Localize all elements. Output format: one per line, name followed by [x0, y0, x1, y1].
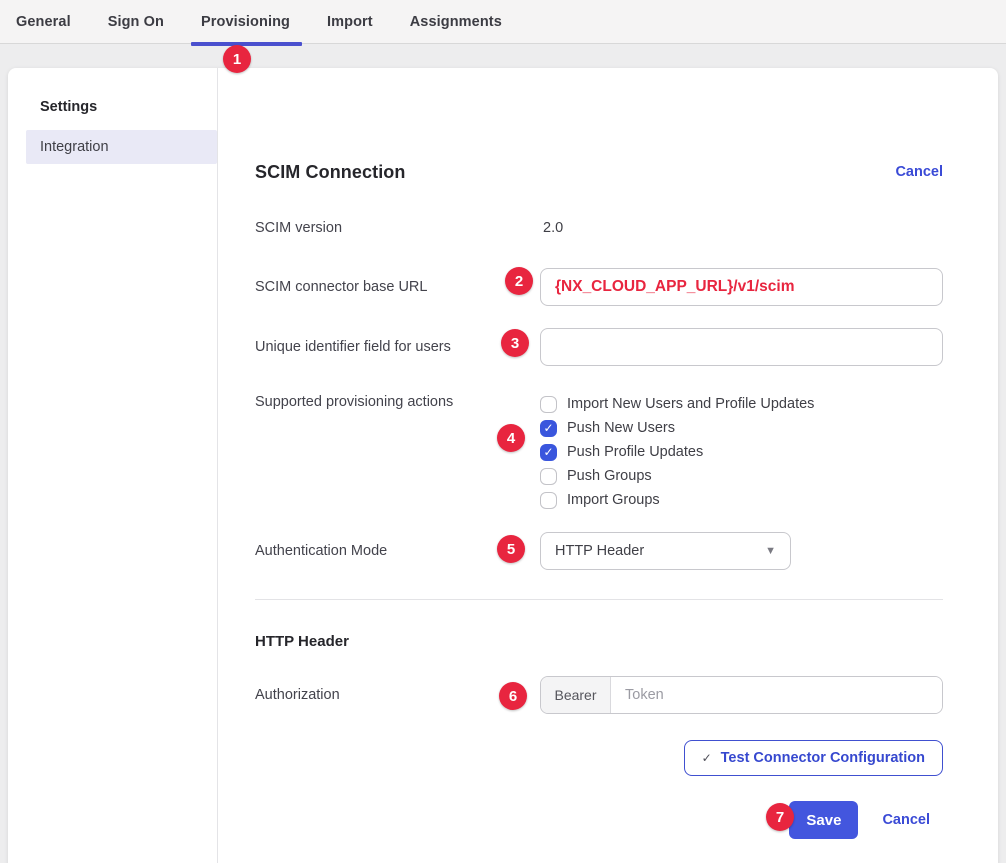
- scim-connection-panel: SCIM Connection Cancel SCIM version 2.0 …: [218, 68, 998, 863]
- checkbox-push-new-users[interactable]: Push New Users: [540, 416, 943, 440]
- app-tabbar: General Sign On Provisioning Import Assi…: [0, 0, 1006, 44]
- check-icon: ✓: [702, 751, 712, 765]
- checkbox-icon[interactable]: [540, 420, 557, 437]
- provisioning-actions-label: Supported provisioning actions: [255, 392, 540, 512]
- annotation-badge-3: 3: [501, 329, 529, 357]
- unique-id-row: Unique identifier field for users: [255, 328, 943, 366]
- auth-mode-select[interactable]: HTTP Header ▼: [540, 532, 791, 570]
- auth-mode-selected-value: HTTP Header: [555, 543, 644, 559]
- checkbox-label: Import New Users and Profile Updates: [567, 396, 814, 412]
- base-url-input[interactable]: [540, 268, 943, 306]
- sidebar-item-integration[interactable]: Integration: [26, 130, 217, 164]
- test-connector-configuration-button[interactable]: ✓ Test Connector Configuration: [684, 740, 943, 776]
- checkbox-icon[interactable]: [540, 396, 557, 413]
- base-url-label: SCIM connector base URL: [255, 279, 540, 295]
- annotation-badge-2: 2: [505, 267, 533, 295]
- checkbox-label: Push New Users: [567, 420, 675, 436]
- checkbox-push-groups[interactable]: Push Groups: [540, 464, 943, 488]
- settings-sidebar: Settings Integration: [8, 68, 218, 863]
- unique-id-label: Unique identifier field for users: [255, 339, 540, 355]
- http-header-heading: HTTP Header: [255, 633, 943, 652]
- token-input[interactable]: [611, 677, 942, 713]
- annotation-badge-7: 7: [766, 803, 794, 831]
- tab-assignments[interactable]: Assignments: [410, 0, 502, 44]
- checkbox-label: Import Groups: [567, 492, 660, 508]
- tab-import[interactable]: Import: [327, 0, 373, 44]
- sidebar-heading: Settings: [8, 99, 217, 115]
- annotation-badge-4: 4: [497, 424, 525, 452]
- checkbox-import-new-users[interactable]: Import New Users and Profile Updates: [540, 392, 943, 416]
- cancel-link-top[interactable]: Cancel: [895, 164, 943, 180]
- authorization-input-group: Bearer: [540, 676, 943, 714]
- annotation-badge-1: 1: [223, 45, 251, 73]
- base-url-row: SCIM connector base URL: [255, 268, 943, 306]
- bearer-prefix: Bearer: [541, 677, 611, 713]
- page-title: SCIM Connection: [255, 162, 406, 183]
- checkbox-icon[interactable]: [540, 468, 557, 485]
- chevron-down-icon: ▼: [765, 545, 776, 557]
- checkbox-icon[interactable]: [540, 492, 557, 509]
- scim-version-label: SCIM version: [255, 220, 540, 236]
- authorization-row: Authorization Bearer: [255, 676, 943, 714]
- provisioning-card: Settings Integration SCIM Connection Can…: [8, 68, 998, 863]
- checkbox-icon[interactable]: [540, 444, 557, 461]
- checkbox-label: Push Groups: [567, 468, 652, 484]
- unique-id-input[interactable]: [540, 328, 943, 366]
- auth-mode-row: Authentication Mode HTTP Header ▼: [255, 532, 943, 570]
- cancel-button-bottom[interactable]: Cancel: [882, 812, 930, 828]
- checkbox-label: Push Profile Updates: [567, 444, 703, 460]
- tab-general[interactable]: General: [16, 0, 71, 44]
- provisioning-actions-row: Supported provisioning actions Import Ne…: [255, 392, 943, 512]
- tab-provisioning[interactable]: Provisioning: [201, 0, 290, 44]
- scim-version-value: 2.0: [540, 220, 943, 236]
- test-button-label: Test Connector Configuration: [721, 750, 925, 766]
- authorization-label: Authorization: [255, 687, 540, 703]
- sidebar-item-label: Integration: [40, 139, 109, 155]
- save-button[interactable]: Save: [789, 801, 858, 839]
- checkbox-push-profile-updates[interactable]: Push Profile Updates: [540, 440, 943, 464]
- scim-version-row: SCIM version 2.0: [255, 218, 943, 238]
- checkbox-import-groups[interactable]: Import Groups: [540, 488, 943, 512]
- annotation-badge-6: 6: [499, 682, 527, 710]
- tab-sign-on[interactable]: Sign On: [108, 0, 164, 44]
- annotation-badge-5: 5: [497, 535, 525, 563]
- section-divider: [255, 599, 943, 600]
